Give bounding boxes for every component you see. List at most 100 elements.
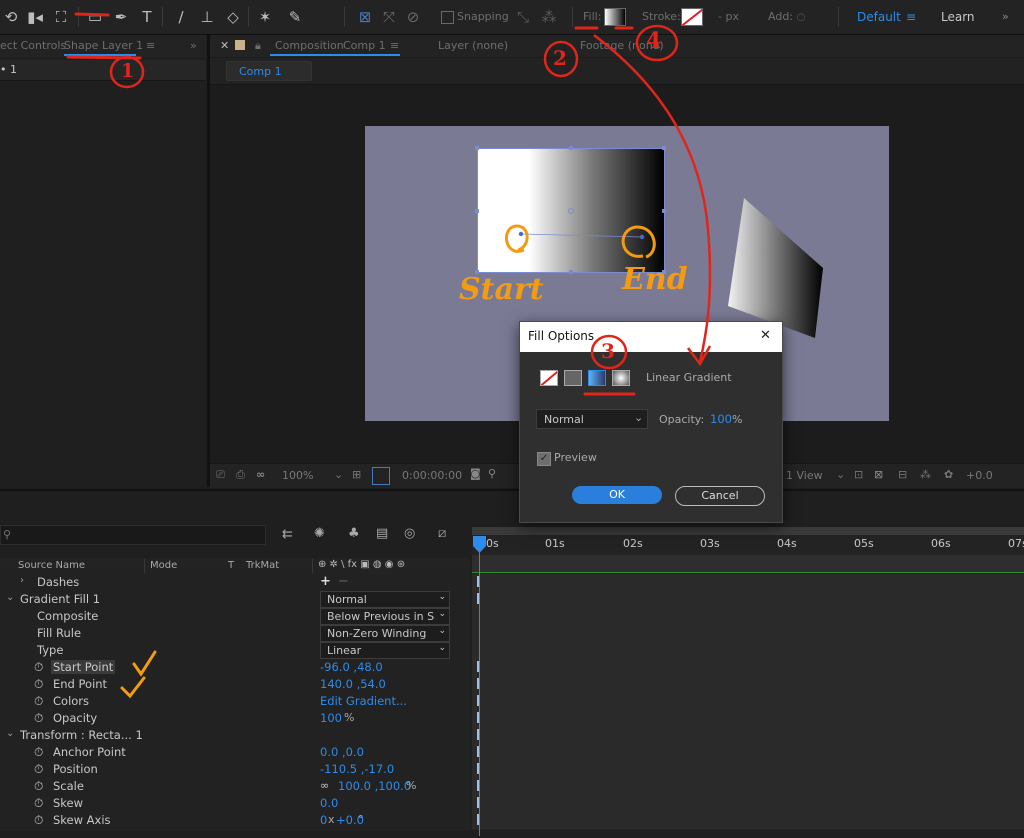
row-colors[interactable]: ⏱︎ Colors Edit Gradient... [0, 693, 470, 711]
type-tool-icon[interactable]: T [136, 6, 158, 28]
edit-gradient-link[interactable]: Edit Gradient... [320, 694, 407, 708]
switches-header-icons[interactable]: ⊕ ✲ \ fx ▣ ◍ ◉ ⊛ [318, 559, 405, 570]
add-dropdown-icon[interactable]: ○ [790, 6, 812, 28]
timeline-search-input[interactable]: ⚲ [0, 525, 266, 545]
row-scale[interactable]: ⏱︎ Scale ∞ 100.0 ,100.0 % [0, 778, 470, 796]
end-point-value[interactable]: 140.0 ,54.0 [320, 677, 386, 691]
motion-blur-icon[interactable]: ◎ [404, 526, 415, 541]
col-mode[interactable]: Mode [150, 560, 177, 571]
fast-previews-icon[interactable]: ⊠ [874, 468, 883, 481]
track-row[interactable] [472, 642, 1024, 660]
col-trkmat[interactable]: TrkMat [246, 560, 279, 571]
workspace-default[interactable]: Default [857, 10, 901, 24]
close-tab-icon[interactable]: ✕ [220, 39, 229, 52]
puppet-pin-tool-icon[interactable]: ✎ [284, 6, 306, 28]
snapping-align-icon[interactable]: ⊠ [354, 6, 376, 28]
twirl-icon[interactable]: ⌄ [6, 592, 14, 603]
timeline-icon[interactable]: ⊟ [898, 468, 907, 481]
close-icon[interactable]: ✕ [760, 328, 771, 343]
snap-grid-icon[interactable]: ⁂ [538, 6, 560, 28]
flowchart-icon[interactable]: ⁂ [920, 468, 931, 481]
safe-zones-icon[interactable]: ⊞ [352, 468, 361, 481]
frame-blending-icon[interactable]: ▤ [376, 526, 388, 541]
transparency-grid-icon[interactable] [372, 467, 390, 485]
row-anchor-point[interactable]: ⏱︎ Anchor Point 0.0 ,0.0 [0, 744, 470, 762]
row-start-point[interactable]: ⏱︎ Start Point -96.0 ,48.0 [0, 659, 470, 677]
playhead-line[interactable] [479, 538, 480, 836]
constrain-proportions-link-icon[interactable]: ∞ [320, 779, 329, 792]
row-position[interactable]: ⏱︎ Position -110.5 ,-17.0 [0, 761, 470, 779]
composite-dropdown[interactable]: Below Previous in Sa ⌄ [320, 608, 450, 625]
graph-editor-icon[interactable]: ⧄ [438, 526, 446, 541]
stopwatch-icon[interactable]: ⏱︎ [34, 745, 43, 760]
effect-controls-layer-name[interactable]: Shape Layer 1 [64, 39, 143, 52]
roto-brush-tool-icon[interactable]: ✶ [254, 6, 276, 28]
stopwatch-icon[interactable]: ⏱︎ [34, 677, 43, 692]
view-layout[interactable]: 1 View [786, 469, 823, 482]
workspace-menu-icon[interactable]: ≡ [906, 10, 916, 24]
layer-viewer-tab[interactable]: Layer (none) [438, 39, 508, 52]
mask-visibility-icon[interactable]: ∞ [256, 468, 265, 481]
anchor-point-value[interactable]: 0.0 ,0.0 [320, 745, 364, 759]
pen-tool-icon[interactable]: ✒ [110, 6, 132, 28]
track-row[interactable] [472, 574, 1024, 592]
scale-value[interactable]: 100.0 ,100.0 [338, 779, 411, 793]
track-row[interactable] [472, 778, 1024, 796]
stopwatch-icon[interactable]: ⏱︎ [34, 779, 43, 794]
preview-checkbox[interactable]: ✓ [537, 452, 551, 466]
composition-tab-prefix[interactable]: Composition [275, 39, 344, 52]
stopwatch-icon[interactable]: ⏱︎ [34, 694, 43, 709]
fill-linear-gradient-swatch[interactable] [588, 370, 606, 386]
snapping-edge-icon[interactable]: ⊘ [402, 6, 424, 28]
position-value[interactable]: -110.5 ,-17.0 [320, 762, 394, 776]
row-dashes[interactable]: › Dashes + − [0, 574, 470, 592]
row-end-point[interactable]: ⏱︎ End Point 140.0 ,54.0 [0, 676, 470, 694]
workspace-learn[interactable]: Learn [941, 10, 975, 24]
layer-duration-bar[interactable] [472, 555, 1024, 572]
snap-target-icon[interactable]: ⤡ [512, 6, 534, 28]
work-area-bar[interactable] [472, 527, 1024, 535]
exposure-value[interactable]: +0.0 [966, 469, 993, 482]
lock-icon[interactable]: 🔒︎ [255, 39, 261, 53]
eraser-tool-icon[interactable]: ◇ [222, 6, 244, 28]
row-skew[interactable]: ⏱︎ Skew 0.0 [0, 795, 470, 813]
zoom-dropdown-icon[interactable]: ⌄ [334, 468, 343, 481]
fill-none-swatch[interactable] [540, 370, 558, 386]
opacity-input[interactable]: 100 [710, 412, 732, 426]
track-row[interactable] [472, 608, 1024, 626]
composition-flowchart-icon[interactable]: ⇇ [282, 527, 293, 542]
track-row[interactable] [472, 795, 1024, 813]
video-preview-icon[interactable]: ⎙ [236, 468, 245, 482]
track-row[interactable] [472, 744, 1024, 762]
row-composite[interactable]: Composite Below Previous in Sa ⌄ [0, 608, 470, 626]
brush-tool-icon[interactable]: ∕ [170, 6, 192, 28]
current-time[interactable]: 0:00:00:00 [402, 469, 462, 482]
fill-swatch[interactable] [604, 8, 626, 26]
view-dropdown-icon[interactable]: ⌄ [836, 468, 845, 481]
col-t[interactable]: T [228, 560, 234, 571]
skew-axis-revolutions[interactable]: 0 [320, 813, 327, 827]
draft-3d-icon[interactable]: ✺ [314, 526, 325, 541]
stopwatch-icon[interactable]: ⏱︎ [34, 711, 43, 726]
effect-controls-tab-label[interactable]: ect Controls [0, 39, 66, 52]
cancel-button[interactable]: Cancel [675, 486, 765, 506]
row-fill-rule[interactable]: Fill Rule Non-Zero Winding ⌄ [0, 625, 470, 643]
panel-expand-icon[interactable]: » [190, 39, 197, 52]
always-preview-icon[interactable]: ⎚ [216, 468, 225, 482]
track-row[interactable] [472, 761, 1024, 779]
track-row[interactable] [472, 812, 1024, 830]
track-row[interactable] [472, 693, 1024, 711]
workspace-more-icon[interactable]: » [1002, 10, 1009, 23]
remove-dash-button[interactable]: − [338, 574, 349, 589]
dialog-titlebar[interactable]: Fill Options ✕ [520, 322, 782, 352]
snapping-vertex-icon[interactable]: ⤧ [378, 6, 400, 28]
rotate-tool-icon[interactable]: ⟲ [0, 6, 22, 28]
track-row[interactable] [472, 625, 1024, 643]
camera-tool-icon[interactable]: ▮◂ [24, 6, 46, 28]
clone-stamp-tool-icon[interactable]: ⊥ [196, 6, 218, 28]
stopwatch-icon[interactable]: ⏱︎ [34, 796, 43, 811]
composition-tab-name[interactable]: Comp 1 [343, 39, 386, 52]
stopwatch-icon[interactable]: ⏱︎ [34, 660, 43, 675]
col-source-name[interactable]: Source Name [18, 560, 85, 571]
twirl-icon[interactable]: › [20, 575, 24, 586]
